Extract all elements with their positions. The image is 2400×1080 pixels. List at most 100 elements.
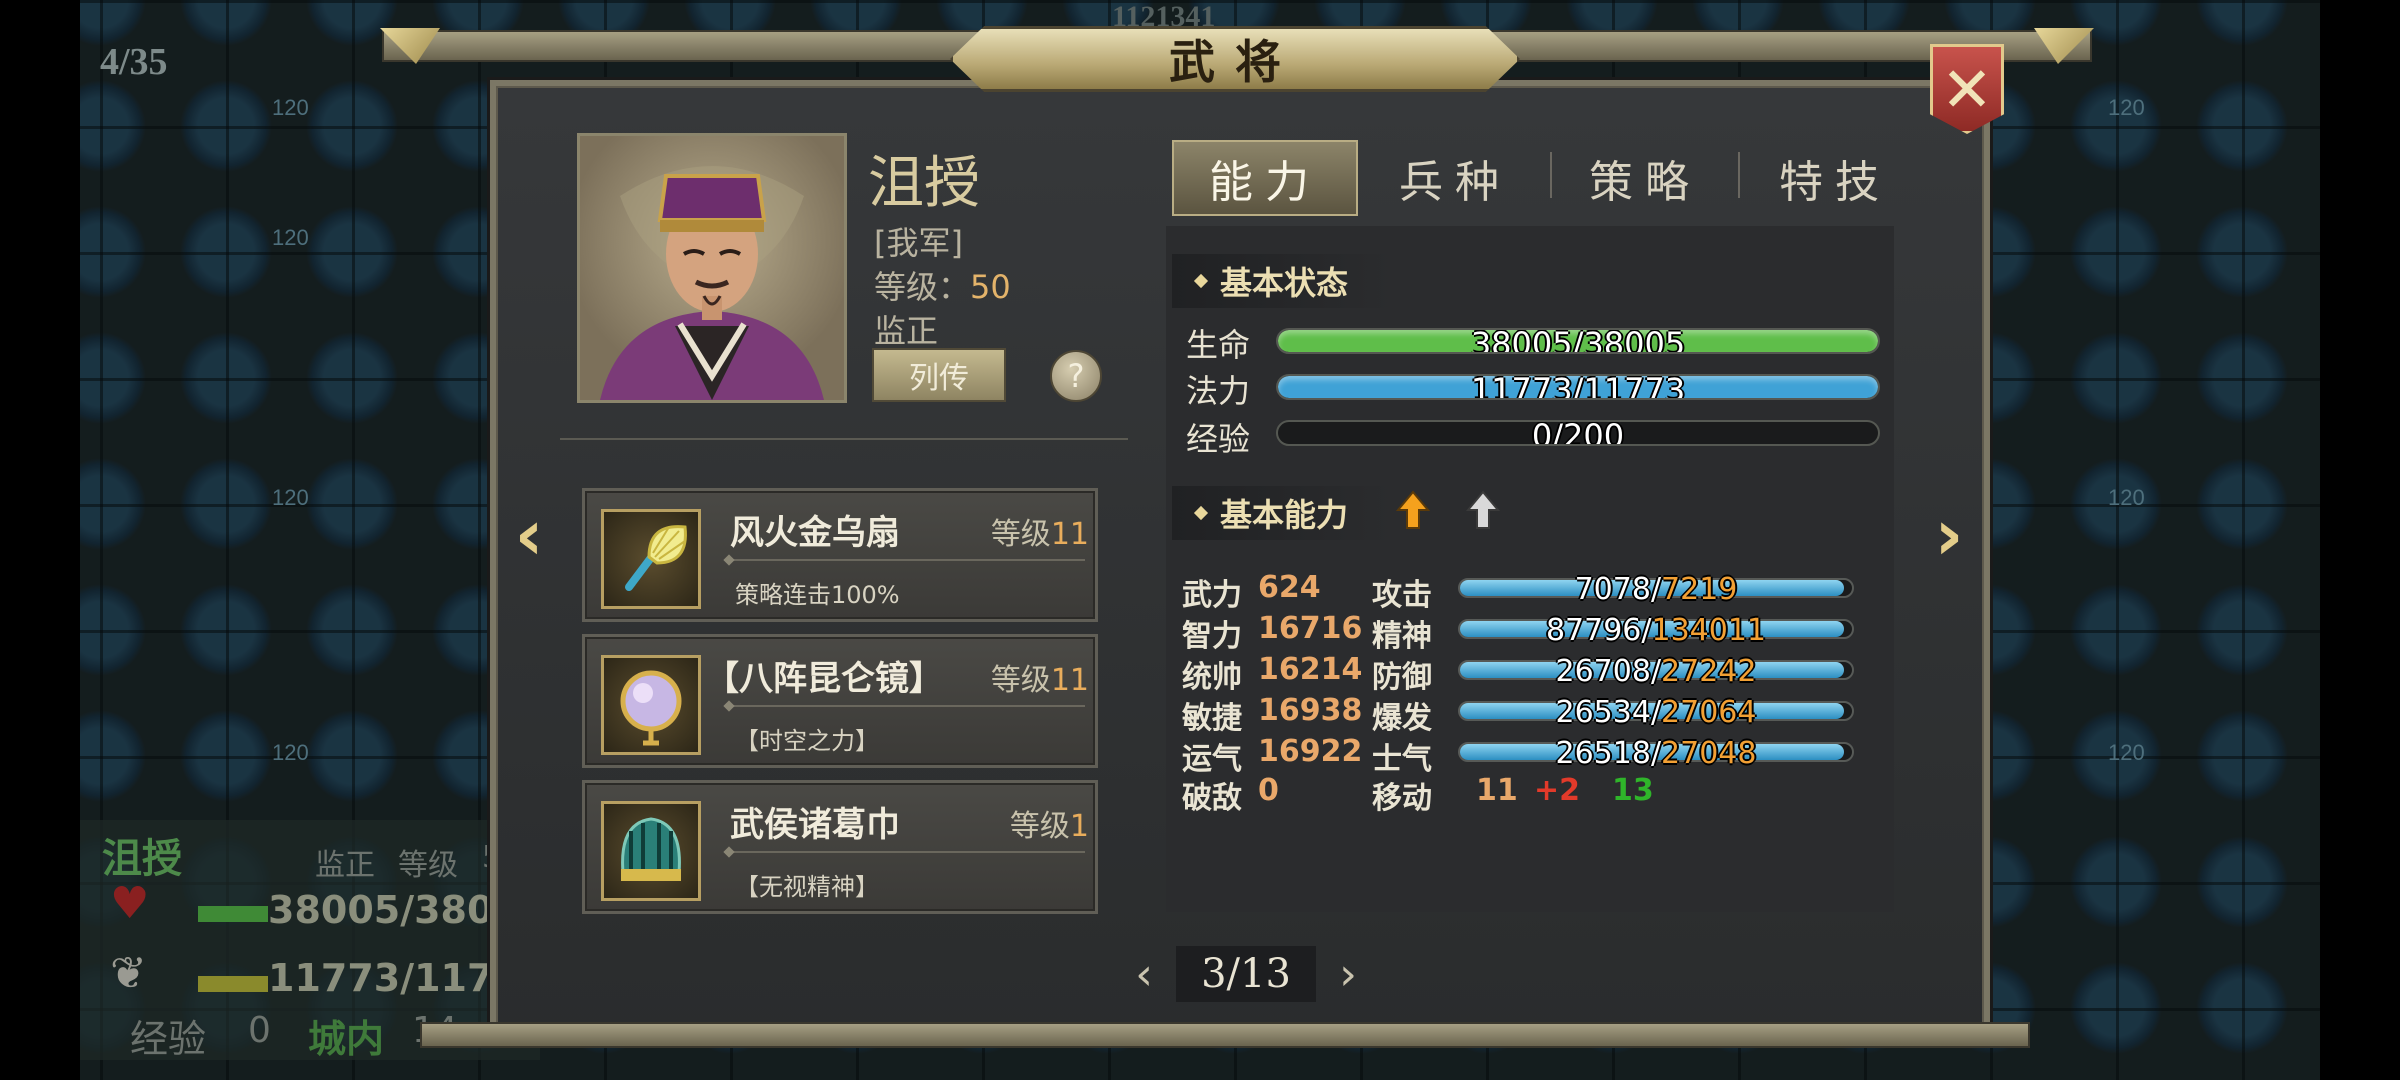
level-value: 50 xyxy=(970,268,1011,306)
unit-hp: 38005/380 xyxy=(268,888,494,932)
stat-max: 27064 xyxy=(1661,695,1757,730)
tab-separator xyxy=(1738,152,1740,198)
stat-sep: / xyxy=(1650,736,1662,771)
stat-current: 26518 xyxy=(1555,736,1651,771)
mp-label: 法力 xyxy=(1186,372,1251,410)
hp-label: 生命 xyxy=(1186,326,1251,364)
attr-name: 统帅 xyxy=(1182,660,1242,695)
stat-sep: / xyxy=(1650,695,1662,730)
tab-skills[interactable]: 特技 xyxy=(1742,140,1928,216)
pager: ‹ 3/13 › xyxy=(1124,946,1368,1002)
tile-cost: 120 xyxy=(272,740,309,765)
equipment-level-value: 11 xyxy=(1050,663,1089,698)
equipment-level-value: 11 xyxy=(1050,517,1089,552)
stat-current: 26708 xyxy=(1555,654,1651,689)
general-level: 等级：50 xyxy=(874,262,1011,308)
equipment-level: 等级11 xyxy=(991,509,1089,553)
biography-button[interactable]: 列传 xyxy=(872,348,1006,402)
turn-counter: 4/35 xyxy=(100,41,168,83)
unit-hp-bar xyxy=(198,906,268,922)
stat-value: 26518/27048 xyxy=(1460,736,1852,771)
upgrade-arrow-icon[interactable] xyxy=(1466,490,1500,530)
exp-label: 经验 xyxy=(1186,420,1251,458)
mp-bar: 11773/11773 xyxy=(1276,374,1880,400)
stat-value: 26708/27242 xyxy=(1460,654,1852,689)
unit-level-label: 等级 xyxy=(398,848,458,883)
general-title: 监正 xyxy=(874,312,939,350)
tab-troops[interactable]: 兵种 xyxy=(1362,140,1548,216)
game-screen: 4/35 1121341 120 120 120 120 120 120 120… xyxy=(0,0,2400,1080)
stat-current: 7078 xyxy=(1574,572,1651,607)
pager-prev-icon[interactable]: ‹ xyxy=(1124,949,1164,1000)
unit-location: 城内 xyxy=(308,1017,385,1061)
pager-next-icon[interactable]: › xyxy=(1328,949,1368,1000)
tab-ability[interactable]: 能力 xyxy=(1172,140,1358,216)
equipment-desc: 【无视精神】 xyxy=(735,873,879,901)
stat-bar: 26518/27048 xyxy=(1458,736,1854,771)
help-button[interactable]: ? xyxy=(1050,350,1102,402)
basic-ability-title: 基本能力 xyxy=(1220,496,1349,534)
stat-max: 7219 xyxy=(1661,572,1738,607)
upgrade-arrow-icon[interactable] xyxy=(1396,490,1430,530)
unit-mp-bar xyxy=(198,976,268,992)
basic-ability-header: 基本能力 xyxy=(1172,486,1392,540)
move-bonus: +2 xyxy=(1534,773,1581,808)
unit-exp-label: 经验 xyxy=(130,1017,207,1061)
stat-current: 26534 xyxy=(1555,695,1651,730)
pager-text: 3/13 xyxy=(1176,946,1316,1002)
hp-bar: 38005/38005 xyxy=(1276,328,1880,354)
stat-sep: / xyxy=(1650,572,1662,607)
unit-exp-value: 0 xyxy=(248,1010,271,1051)
attr-value: 16716 xyxy=(1258,611,1363,646)
mirror-icon xyxy=(601,655,701,755)
exp-bar: 0/200 xyxy=(1276,420,1880,446)
bottom-ornament-rail xyxy=(420,1022,2030,1048)
tile-cost: 120 xyxy=(272,485,309,510)
equipment-divider xyxy=(725,851,1085,853)
equipment-divider xyxy=(725,705,1085,707)
stat-name: 爆发 xyxy=(1372,701,1432,736)
basic-status-title: 基本状态 xyxy=(1220,264,1349,302)
portrait-image xyxy=(600,166,824,400)
equipment-level-label: 等级 xyxy=(990,663,1051,698)
basic-status-header: 基本状态 xyxy=(1172,254,1392,308)
fan-graphic xyxy=(625,525,687,591)
equipment-slot-3[interactable]: 武侯诸葛巾 等级1 【无视精神】 xyxy=(582,780,1098,914)
tab-strategy[interactable]: 策略 xyxy=(1552,140,1738,216)
tile-cost: 120 xyxy=(2108,95,2145,120)
equipment-level-value: 1 xyxy=(1069,809,1089,844)
general-portrait xyxy=(577,133,847,403)
stat-sep: / xyxy=(1650,654,1662,689)
left-letterbox xyxy=(0,0,80,1080)
unit-title: 监正 xyxy=(315,848,375,883)
level-label: 等级： xyxy=(874,268,971,306)
equipment-name: 【八阵昆仑镜】 xyxy=(705,659,943,699)
general-name: 沮授 xyxy=(868,151,980,216)
headscarf-icon xyxy=(601,801,701,901)
attr-name: 破敌 xyxy=(1182,781,1242,816)
equipment-level: 等级1 xyxy=(1010,801,1089,845)
stat-value: 26534/27064 xyxy=(1460,695,1852,730)
attr-value: 16214 xyxy=(1258,652,1363,687)
mp-value: 11773/11773 xyxy=(1470,374,1686,400)
move-total: 13 xyxy=(1612,773,1654,808)
x-icon: ✕ xyxy=(1941,52,1993,126)
fan-icon xyxy=(601,509,701,609)
stat-name: 士气 xyxy=(1372,742,1432,777)
equipment-slot-1[interactable]: 风火金乌扇 等级11 策略连击100% xyxy=(582,488,1098,622)
unit-mp: 11773/117 xyxy=(268,956,494,1000)
stat-bar: 7078/7219 xyxy=(1458,572,1854,607)
next-general-arrow-icon[interactable]: › xyxy=(1922,494,1976,576)
equipment-name: 风火金乌扇 xyxy=(730,513,900,553)
attr-value: 16922 xyxy=(1258,734,1363,769)
prev-general-arrow-icon[interactable]: ‹ xyxy=(502,494,556,576)
stat-name: 攻击 xyxy=(1372,578,1432,613)
stat-bar: 87796/134011 xyxy=(1458,613,1854,648)
attr-name: 智力 xyxy=(1182,619,1242,654)
equipment-level-label: 等级 xyxy=(990,517,1051,552)
equipment-slot-2[interactable]: 【八阵昆仑镜】 等级11 【时空之力】 xyxy=(582,634,1098,768)
stat-value: 87796/134011 xyxy=(1460,613,1852,648)
move-base: 11 xyxy=(1476,773,1518,808)
stat-sep: / xyxy=(1641,613,1652,648)
equipment-name: 武侯诸葛巾 xyxy=(730,805,900,845)
